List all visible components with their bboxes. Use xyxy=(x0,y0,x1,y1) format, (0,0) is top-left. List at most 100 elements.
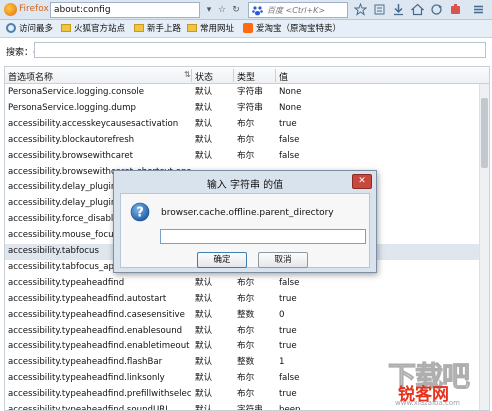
pref-value: 0 xyxy=(279,309,285,320)
pref-name: accessibility.typeaheadfind xyxy=(8,277,125,288)
menu-icon[interactable] xyxy=(472,3,485,16)
pref-status: 默认 xyxy=(195,357,213,368)
bookmark-common-sites[interactable]: 常用网址 xyxy=(187,23,234,35)
reload-icon[interactable]: ↻ xyxy=(230,3,242,17)
pref-status: 默认 xyxy=(195,150,213,161)
pref-type: 布尔 xyxy=(237,341,255,352)
pref-value: None xyxy=(279,102,302,113)
folder-icon xyxy=(134,24,144,32)
svg-text:?: ? xyxy=(136,206,144,221)
bookmark-star-icon[interactable]: ☆ xyxy=(216,3,228,17)
vertical-scrollbar[interactable] xyxy=(479,84,489,410)
table-row[interactable]: accessibility.accesskeycausesactivation 默… xyxy=(5,117,479,133)
bookmark-firefox-official[interactable]: 火狐官方站点 xyxy=(61,23,125,35)
pref-value: true xyxy=(279,389,297,400)
bookmarks-list-icon[interactable] xyxy=(373,3,386,16)
pref-status: 默认 xyxy=(195,309,213,320)
baidu-search-icon xyxy=(252,6,263,16)
table-row[interactable]: accessibility.browsewithcaret 默认 布尔 false xyxy=(5,149,479,165)
close-button[interactable]: ✕ xyxy=(352,174,372,189)
table-row[interactable]: accessibility.typeaheadfind.autostart 默认 布… xyxy=(5,292,479,308)
bookmark-label: 常用网址 xyxy=(200,24,235,34)
column-header-type[interactable]: 类型 xyxy=(237,70,255,83)
star-icon[interactable] xyxy=(354,3,367,16)
pref-value: beep xyxy=(279,405,301,411)
sort-icon[interactable]: ⇅ xyxy=(184,70,191,79)
pref-name: accessibility.typeaheadfind.casesensitiv… xyxy=(8,309,185,320)
pref-name: accessibility.typeaheadfind.linksonly xyxy=(8,373,165,384)
table-header: 首选项名称 ⇅ 状态 类型 值 xyxy=(5,67,489,84)
pref-type: 布尔 xyxy=(237,277,255,288)
table-row[interactable]: accessibility.typeaheadfind 默认 布尔 false xyxy=(5,276,479,292)
navigation-bar: Firefox ▾ ☆ ↻ 百度 <Ctrl+K> xyxy=(0,0,492,20)
sync-icon[interactable] xyxy=(430,3,443,16)
firefox-menu-label[interactable]: Firefox xyxy=(19,4,49,14)
folder-icon xyxy=(187,24,197,32)
table-row[interactable]: accessibility.typeaheadfind.enablesound 默… xyxy=(5,324,479,340)
taobao-icon xyxy=(243,23,253,33)
pref-status: 默认 xyxy=(195,405,213,411)
pref-status: 默认 xyxy=(195,277,213,288)
value-input[interactable] xyxy=(160,229,366,244)
bookmark-label: 新手上路 xyxy=(147,24,182,34)
addon-icon[interactable] xyxy=(449,3,462,16)
cancel-button[interactable]: 取消 xyxy=(258,252,308,268)
filter-input[interactable] xyxy=(34,42,486,58)
dropdown-arrow-icon[interactable]: ▾ xyxy=(203,3,215,17)
pref-value: true xyxy=(279,293,297,304)
pref-name: accessibility.typeaheadfind.soundURL xyxy=(8,405,171,411)
pref-status: 默认 xyxy=(195,325,213,336)
table-row[interactable]: accessibility.typeaheadfind.enabletimeou… xyxy=(5,339,479,355)
bookmark-getting-started[interactable]: 新手上路 xyxy=(134,23,181,35)
pref-value: 1 xyxy=(279,357,285,368)
home-icon[interactable] xyxy=(411,3,424,16)
column-header-status[interactable]: 状态 xyxy=(195,70,213,83)
pref-name: PersonaService.logging.dump xyxy=(8,102,136,113)
pref-type: 布尔 xyxy=(237,293,255,304)
pref-type: 布尔 xyxy=(237,389,255,400)
dialog-title: 输入 字符串 的值 xyxy=(206,180,284,191)
pref-type: 整数 xyxy=(237,309,255,320)
pref-name: accessibility.browsewithcaret xyxy=(8,150,133,161)
folder-icon xyxy=(61,24,71,32)
url-input[interactable] xyxy=(50,2,200,18)
search-box[interactable]: 百度 <Ctrl+K> xyxy=(248,2,348,18)
pref-name: accessibility.accesskeycausesactivation xyxy=(8,118,179,129)
table-row[interactable]: PersonaService.logging.console 默认 字符串 None xyxy=(5,85,479,101)
pref-status: 默认 xyxy=(195,389,213,400)
scrollbar-thumb[interactable] xyxy=(481,98,488,168)
bookmark-ai-taobao[interactable]: 爱淘宝（原淘宝特卖） xyxy=(243,23,341,35)
firefox-logo-icon[interactable] xyxy=(4,3,17,16)
pref-type: 布尔 xyxy=(237,118,255,129)
pref-type: 布尔 xyxy=(237,325,255,336)
dialog-titlebar[interactable]: 输入 字符串 的值 ✕ xyxy=(114,171,376,193)
pref-status: 默认 xyxy=(195,373,213,384)
search-placeholder: 百度 <Ctrl+K> xyxy=(267,6,326,15)
watermark-url: www.xiazaiba.com xyxy=(395,399,460,407)
pref-status: 默认 xyxy=(195,87,213,97)
table-row[interactable]: accessibility.typeaheadfind.casesensitiv… xyxy=(5,308,479,324)
pref-name: PersonaService.logging.console xyxy=(8,87,145,97)
column-header-name[interactable]: 首选项名称 xyxy=(8,70,53,83)
dialog-message: browser.cache.offline.parent_directory xyxy=(161,208,334,218)
table-row[interactable]: PersonaService.logging.dump 默认 字符串 None xyxy=(5,101,479,117)
pref-name: accessibility.blockautorefresh xyxy=(8,134,135,145)
pref-name: accessibility.typeaheadfind.enabletimeou… xyxy=(8,341,190,352)
ok-button[interactable]: 确定 xyxy=(197,252,247,268)
pref-name: accessibility.typeaheadfind.autostart xyxy=(8,293,167,304)
pref-name: accessibility.typeaheadfind.flashBar xyxy=(8,357,163,368)
bookmark-label: 火狐官方站点 xyxy=(74,24,126,34)
column-header-value[interactable]: 值 xyxy=(279,70,288,83)
close-icon: ✕ xyxy=(358,176,366,186)
filter-bar: 搜索：(R) xyxy=(0,38,492,62)
pref-status: 默认 xyxy=(195,102,213,113)
download-icon[interactable] xyxy=(392,3,405,16)
question-icon: ? xyxy=(130,202,150,222)
pref-status: 默认 xyxy=(195,134,213,145)
pref-value: true xyxy=(279,341,297,352)
bookmark-most-visited[interactable]: 访问最多 xyxy=(6,23,53,35)
pref-type: 布尔 xyxy=(237,134,255,145)
pref-value: None xyxy=(279,87,302,97)
dialog-body: ? browser.cache.offline.parent_directory… xyxy=(120,193,370,268)
table-row[interactable]: accessibility.blockautorefresh 默认 布尔 false xyxy=(5,133,479,149)
